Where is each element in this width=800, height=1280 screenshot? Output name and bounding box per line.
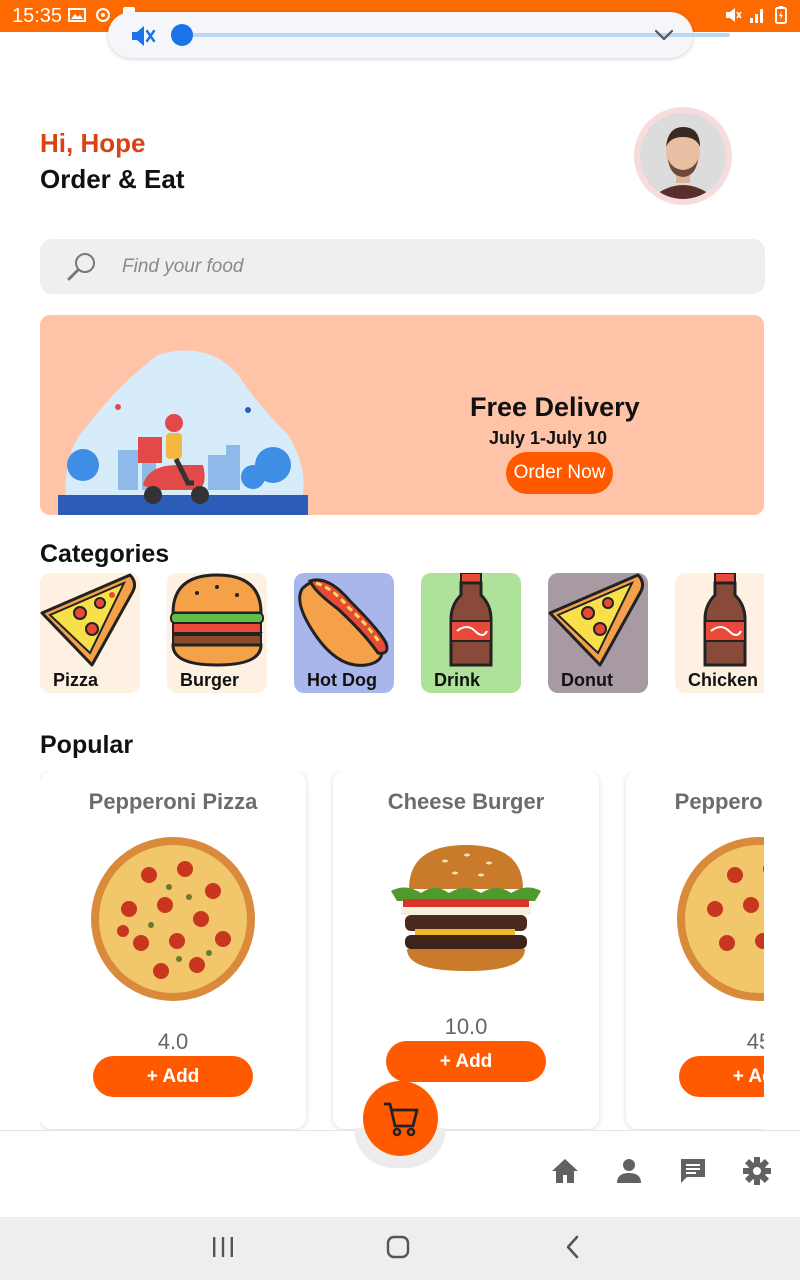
food-card[interactable]: Cheese Burger 10.0 + Add [333,771,599,1129]
person-icon[interactable] [614,1156,644,1186]
promo-banner[interactable]: Free Delivery July 1-July 10 Order Now [40,315,764,515]
category-donut[interactable]: Donut [548,573,648,693]
volume-panel[interactable] [108,12,730,58]
popular-title: Popular [40,731,134,759]
category-label: Drink [434,670,481,690]
volume-slider-thumb[interactable] [171,24,193,46]
category-label: Burger [180,670,240,690]
battery-icon [775,6,787,24]
food-price: 45 [746,1029,764,1054]
food-name: Pepperoni Pizza [674,789,764,814]
gear-icon[interactable] [742,1156,772,1186]
food-card[interactable]: Pepperoni Pizza 4.0 + Add [40,771,306,1129]
chat-icon[interactable] [678,1156,708,1186]
back-icon[interactable] [562,1233,584,1261]
add-to-cart-button[interactable]: + Add [93,1056,253,1097]
food-card[interactable]: Pepperoni Pizza 45 + Add [626,771,764,1129]
pizza-icon [40,573,137,667]
category-pizza[interactable]: Pizza [40,573,140,693]
drink-icon [703,573,747,667]
food-price: 10.0 [444,1014,488,1039]
burger-photo [391,845,541,971]
add-to-cart-button[interactable]: + Add [386,1041,546,1082]
header-subtitle: Order & Eat [40,164,185,194]
drink-icon [449,573,493,667]
pizza-photo [677,837,764,1001]
greeting-text: Hi, Hope [40,128,146,158]
add-to-cart-button[interactable]: + Add [679,1056,764,1097]
category-label: Donut [561,670,613,690]
sync-icon [96,8,110,22]
delivery-illustration [58,350,308,515]
chevron-down-icon[interactable] [652,26,676,44]
category-label: Hot Dog [307,670,377,690]
category-chicken[interactable]: Chicken [675,573,764,693]
image-icon [68,8,86,22]
order-now-button[interactable]: Order Now [506,452,613,494]
food-name: Pepperoni Pizza [88,789,258,814]
avatar[interactable] [634,107,732,205]
cart-icon [383,1102,418,1136]
pizza-photo [91,837,255,1001]
hotdog-icon [298,578,389,667]
pizza-icon [548,573,645,667]
profile-avatar [640,113,726,199]
category-hotdog[interactable]: Hot Dog [294,573,394,693]
food-price: 4.0 [157,1029,189,1054]
category-drink[interactable]: Drink [421,573,521,693]
mute-icon [726,8,742,22]
status-time: 15:35 [12,5,63,27]
volume-mute-icon[interactable] [130,23,156,49]
search-bar[interactable] [40,239,765,294]
search-input[interactable] [122,252,722,282]
system-nav-bar [0,1217,800,1280]
categories-title: Categories [40,540,170,568]
category-label: Chicken [688,670,759,690]
recents-icon[interactable] [211,1233,235,1261]
cart-button[interactable] [363,1081,438,1156]
category-label: Pizza [53,670,99,690]
banner-date: July 1-July 10 [489,428,608,448]
categories-list[interactable]: Pizza Burger Hot Dog Drink Donut Chicken [40,573,764,693]
banner-title: Free Delivery [470,392,640,422]
home-icon[interactable] [550,1156,580,1186]
signal-icon [750,9,763,23]
popular-list[interactable]: Pepperoni Pizza 4.0 + Add Cheese Burger [40,771,764,1131]
burger-icon [170,573,264,667]
home-circle-icon[interactable] [385,1233,411,1261]
food-name: Cheese Burger [387,789,545,814]
category-burger[interactable]: Burger [167,573,267,693]
volume-track[interactable] [182,33,730,37]
search-icon [67,253,95,281]
